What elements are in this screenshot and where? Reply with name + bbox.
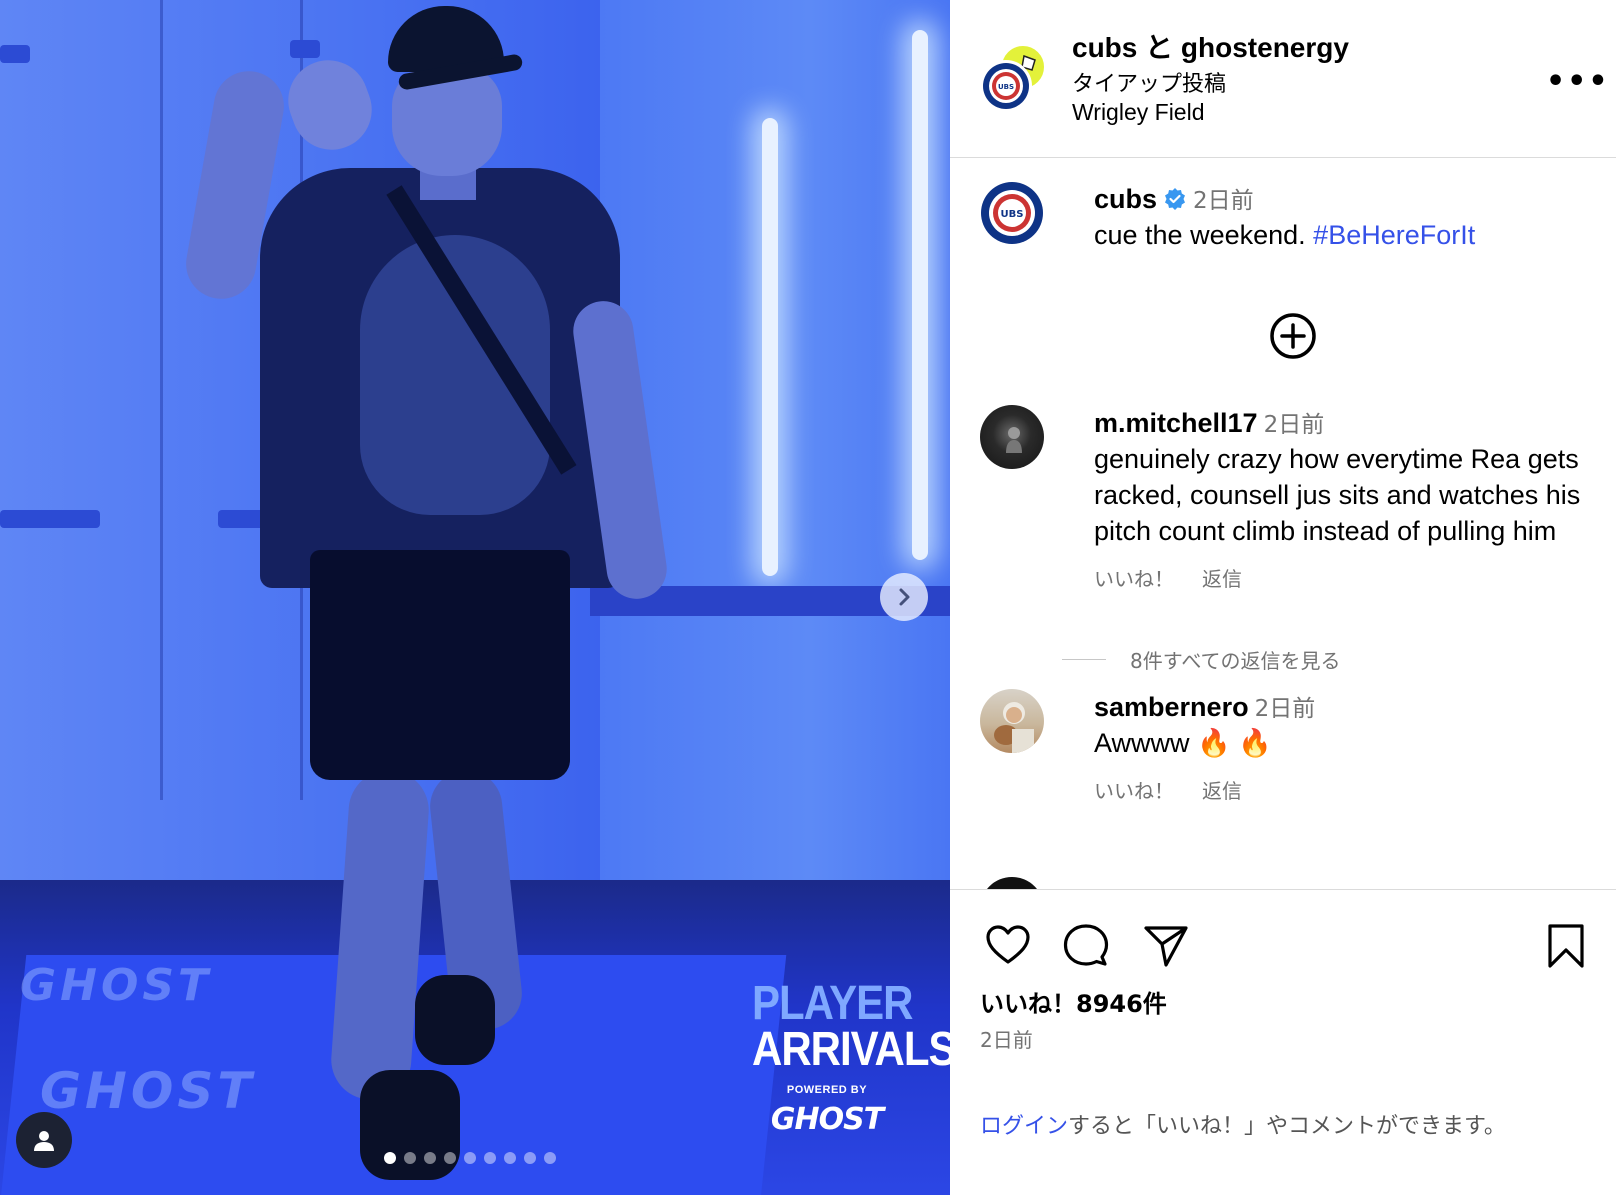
svg-text:UBS: UBS bbox=[1001, 209, 1024, 220]
share-button[interactable] bbox=[1142, 922, 1190, 974]
carousel-indicator bbox=[384, 1152, 556, 1164]
cubs-logo-icon: UBS bbox=[983, 63, 1029, 109]
user-avatar[interactable] bbox=[980, 405, 1044, 469]
user-photo-icon bbox=[1006, 427, 1022, 453]
post-photo[interactable]: GHOST GHOST PLAYER ARRIVALS POWERED BY G… bbox=[0, 0, 950, 1195]
carousel-dot bbox=[384, 1152, 396, 1164]
carousel-dot bbox=[504, 1152, 516, 1164]
comment-text: genuinely crazy how everytime Rea gets r… bbox=[1094, 444, 1581, 546]
cubs-avatar[interactable]: UBS bbox=[980, 181, 1044, 245]
caption-time[interactable]: 2日前 bbox=[1193, 188, 1254, 214]
comment-like-button[interactable]: いいね！ bbox=[1094, 567, 1174, 591]
cubs-logo-icon: UBS bbox=[981, 182, 1043, 244]
post-actions-footer: いいね！8946件 2日前 ログインすると「いいね！」やコメントができます。 bbox=[950, 889, 1616, 1195]
caption-text: cue the weekend. bbox=[1094, 220, 1306, 250]
plus-circle-icon bbox=[1270, 313, 1316, 359]
post-date[interactable]: 2日前 bbox=[980, 1024, 1033, 1053]
paper-plane-icon bbox=[1144, 926, 1188, 967]
carousel-dot bbox=[464, 1152, 476, 1164]
arrivals-line-2: ARRIVALS bbox=[752, 1021, 950, 1076]
post-header: UBS cubs と ghostenergy タイアップ投稿 Wrigley F… bbox=[950, 0, 1616, 158]
collab-avatars[interactable]: UBS bbox=[980, 44, 1050, 114]
save-button[interactable] bbox=[1544, 922, 1588, 974]
comment-reply-button[interactable]: 返信 bbox=[1202, 567, 1242, 591]
login-link[interactable]: ログイン bbox=[980, 1114, 1068, 1139]
hashtag-link[interactable]: #BeHereForIt bbox=[1313, 220, 1475, 250]
paid-partnership-label[interactable]: タイアップ投稿 bbox=[1072, 66, 1226, 98]
post-side-panel: UBS cubs と ghostenergy タイアップ投稿 Wrigley F… bbox=[950, 0, 1616, 1195]
comments-scroll-area[interactable]: UBS cubs 2日前 cue the weekend. #BeHereForI… bbox=[950, 159, 1616, 889]
caption-username[interactable]: cubs bbox=[1094, 184, 1157, 214]
comment-time[interactable]: 2日前 bbox=[1255, 696, 1316, 722]
neon-light bbox=[912, 30, 928, 560]
comment-text: Awwww 🔥 🔥 bbox=[1094, 728, 1272, 758]
replies-divider bbox=[1062, 659, 1106, 660]
view-replies-button[interactable]: 8件すべての返信を見る bbox=[1062, 645, 1341, 674]
neon-light bbox=[762, 118, 778, 576]
load-more-comments-button[interactable] bbox=[1268, 311, 1318, 365]
chevron-right-icon bbox=[899, 588, 910, 606]
carousel-dot bbox=[544, 1152, 556, 1164]
heart-icon bbox=[986, 925, 1030, 964]
player-arrivals-logo: PLAYER ARRIVALS POWERED BY GHOST bbox=[752, 976, 950, 1137]
login-prompt: ログインすると「いいね！」やコメントができます。 bbox=[980, 1108, 1580, 1146]
carousel-dot bbox=[484, 1152, 496, 1164]
carousel-next-button[interactable] bbox=[880, 573, 928, 621]
comment-username[interactable]: m.mitchell17 bbox=[1094, 408, 1258, 438]
login-prompt-text: すると「いいね！」やコメントができます。 bbox=[1068, 1114, 1506, 1139]
carousel-dot bbox=[444, 1152, 456, 1164]
tagged-users-button[interactable] bbox=[16, 1112, 72, 1168]
more-options-button[interactable]: ••• bbox=[1546, 64, 1610, 99]
carousel-dot bbox=[524, 1152, 536, 1164]
comment-time[interactable]: 2日前 bbox=[1264, 412, 1325, 438]
user-avatar[interactable] bbox=[980, 877, 1044, 889]
like-count[interactable]: いいね！8946件 bbox=[980, 984, 1167, 1019]
ghost-logo: GHOST bbox=[770, 1102, 884, 1137]
comment-like-button[interactable]: いいね！ bbox=[1094, 779, 1174, 803]
verified-badge-icon bbox=[1163, 187, 1187, 215]
speech-bubble-icon bbox=[1063, 924, 1109, 966]
bookmark-icon bbox=[1548, 924, 1584, 968]
carousel-dot bbox=[404, 1152, 416, 1164]
user-avatar[interactable] bbox=[980, 689, 1044, 753]
carousel-dot bbox=[424, 1152, 436, 1164]
view-replies-label[interactable]: 8件すべての返信を見る bbox=[1130, 645, 1341, 674]
user-photo-icon bbox=[994, 702, 1034, 753]
powered-by-label: POWERED BY bbox=[786, 1084, 868, 1096]
person-icon bbox=[34, 1131, 54, 1151]
cubs-avatar[interactable]: UBS bbox=[980, 60, 1032, 112]
player-figure bbox=[180, 0, 700, 1195]
location-link[interactable]: Wrigley Field bbox=[1072, 99, 1205, 126]
comment-username[interactable]: sambernero bbox=[1094, 692, 1249, 722]
svg-text:UBS: UBS bbox=[998, 83, 1014, 91]
comment-reply-button[interactable]: 返信 bbox=[1202, 779, 1242, 803]
like-button[interactable] bbox=[984, 922, 1032, 974]
comment-button[interactable] bbox=[1062, 922, 1110, 974]
post-authors[interactable]: cubs と ghostenergy bbox=[1072, 26, 1349, 66]
